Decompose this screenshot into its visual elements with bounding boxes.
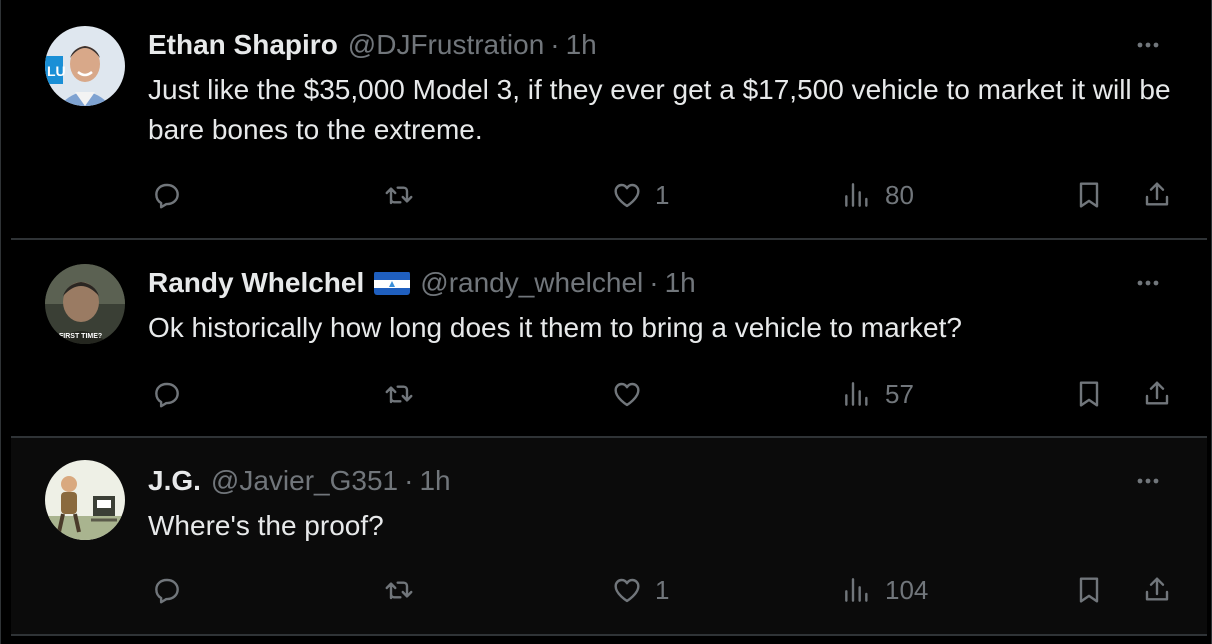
views-icon <box>841 378 873 410</box>
share-button[interactable] <box>1141 570 1173 610</box>
views-icon <box>841 574 873 606</box>
bookmark-button[interactable] <box>1073 175 1105 215</box>
nicaragua-flag-icon <box>374 271 411 295</box>
views-button[interactable]: 104 <box>841 570 928 610</box>
retweet-button[interactable] <box>383 570 415 610</box>
reply-icon <box>151 179 183 211</box>
retweet-button[interactable] <box>383 374 415 414</box>
share-button[interactable] <box>1141 374 1173 414</box>
views-count: 80 <box>885 179 914 210</box>
timestamp[interactable]: 1h <box>665 267 696 299</box>
tweet-feed: LU Ethan Shapiro @DJFrustration · 1h Jus… <box>0 0 1212 644</box>
retweet-icon <box>383 179 415 211</box>
user-handle[interactable]: @Javier_G351 <box>211 465 398 497</box>
share-icon <box>1141 574 1173 606</box>
timestamp[interactable]: 1h <box>419 465 450 497</box>
retweet-icon <box>383 378 415 410</box>
like-count: 1 <box>655 179 670 210</box>
reply-icon <box>151 378 183 410</box>
avatar-image: LU <box>45 26 125 106</box>
tweet[interactable]: J.G. @Javier_G351 · 1h Where's the proof… <box>11 438 1207 636</box>
tweet-text: Where's the proof? <box>148 510 384 541</box>
tweet[interactable]: LU Ethan Shapiro @DJFrustration · 1h Jus… <box>11 0 1207 240</box>
avatar-caption: FIRST TIME? <box>59 333 102 340</box>
retweet-button[interactable] <box>383 175 415 215</box>
user-handle[interactable]: @DJFrustration <box>348 29 544 61</box>
tweet-actions: 57 <box>11 374 1207 414</box>
share-icon <box>1141 378 1173 410</box>
reply-button[interactable] <box>151 374 183 414</box>
reply-icon <box>151 574 183 606</box>
views-button[interactable]: 80 <box>841 175 914 215</box>
like-count: 1 <box>655 574 670 605</box>
bookmark-button[interactable] <box>1073 374 1105 414</box>
heart-icon <box>611 378 643 410</box>
svg-text:LU: LU <box>47 63 66 79</box>
retweet-icon <box>383 574 415 606</box>
avatar-image <box>45 460 125 540</box>
tweet-actions: 1 80 <box>11 175 1207 215</box>
heart-icon <box>611 574 643 606</box>
tweet[interactable]: FIRST TIME? Randy Whelchel @randy_whelch… <box>11 240 1207 438</box>
avatar[interactable]: LU <box>45 26 125 106</box>
reply-button[interactable] <box>151 570 183 610</box>
tweet-actions: 1 104 <box>11 570 1207 610</box>
share-button[interactable] <box>1141 175 1173 215</box>
separator-dot: · <box>649 267 659 298</box>
avatar-image: FIRST TIME? <box>45 264 125 344</box>
bookmark-button[interactable] <box>1073 570 1105 610</box>
tweet-header: Randy Whelchel @randy_whelchel · 1h <box>148 265 1207 301</box>
more-icon[interactable] <box>1133 30 1163 60</box>
tweet-header: Ethan Shapiro @DJFrustration · 1h <box>148 27 1207 63</box>
tweet-text: Ok historically how long does it them to… <box>148 312 962 343</box>
more-icon[interactable] <box>1133 268 1163 298</box>
like-button[interactable]: 1 <box>611 175 669 215</box>
bookmark-icon <box>1073 179 1105 211</box>
display-name[interactable]: Randy Whelchel <box>148 267 364 299</box>
separator-dot: · <box>550 29 560 60</box>
heart-icon <box>611 179 643 211</box>
views-icon <box>841 179 873 211</box>
tweet-header: J.G. @Javier_G351 · 1h <box>148 463 1207 499</box>
display-name[interactable]: J.G. <box>148 465 201 497</box>
user-handle[interactable]: @randy_whelchel <box>420 267 643 299</box>
bookmark-icon <box>1073 378 1105 410</box>
share-icon <box>1141 179 1173 211</box>
avatar[interactable] <box>45 460 125 540</box>
display-name[interactable]: Ethan Shapiro <box>148 29 338 61</box>
tweet-text: Just like the $35,000 Model 3, if they e… <box>148 74 1171 145</box>
more-icon[interactable] <box>1133 466 1163 496</box>
timestamp[interactable]: 1h <box>566 29 597 61</box>
like-button[interactable]: 1 <box>611 570 669 610</box>
views-count: 104 <box>885 574 929 605</box>
views-button[interactable]: 57 <box>841 374 914 414</box>
bookmark-icon <box>1073 574 1105 606</box>
avatar[interactable]: FIRST TIME? <box>45 264 125 344</box>
separator-dot: · <box>404 465 414 496</box>
reply-button[interactable] <box>151 175 183 215</box>
views-count: 57 <box>885 378 914 409</box>
like-button[interactable] <box>611 374 655 414</box>
